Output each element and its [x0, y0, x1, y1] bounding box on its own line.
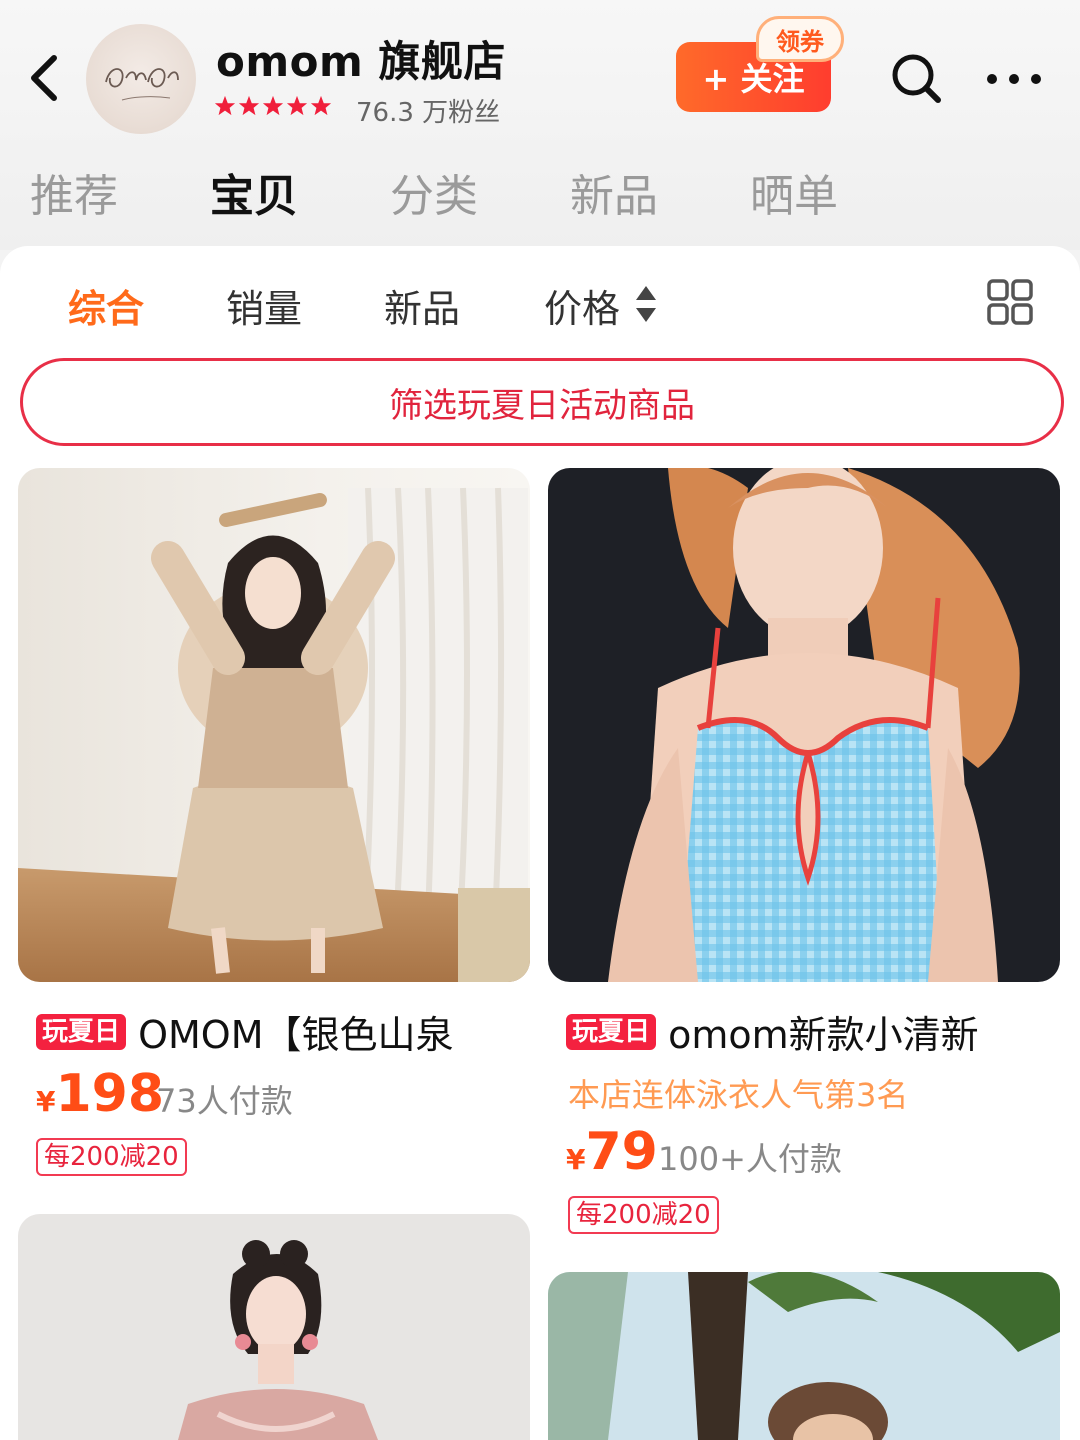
star-icon [214, 95, 236, 116]
store-tabs: 推荐 宝贝 分类 新品 晒单 [0, 160, 1080, 232]
tab-category[interactable]: 分类 [390, 160, 478, 224]
product-image[interactable] [548, 468, 1060, 982]
store-avatar[interactable] [86, 24, 196, 134]
back-icon[interactable] [24, 50, 64, 106]
store-header: omom 旗舰店 76.3 万粉丝 + 关注 领券 推荐 宝贝 分类 新品 晒单 [0, 0, 1080, 250]
product-title[interactable]: 玩夏日 omom新款小清新 [566, 1004, 1046, 1059]
star-icon [262, 95, 284, 116]
sort-bar: 综合 销量 新品 价格 [0, 246, 1080, 356]
sort-new[interactable]: 新品 [384, 278, 460, 333]
sort-arrows-icon[interactable] [634, 284, 658, 324]
product-photo-dress [18, 468, 530, 982]
sales-count: 73人付款 [156, 1082, 293, 1120]
coupon-badge[interactable]: 领券 [756, 16, 844, 62]
summer-tag: 玩夏日 [566, 1013, 657, 1050]
tab-new[interactable]: 新品 [570, 160, 658, 224]
product-title-text: OMOM【银色山泉 [138, 1013, 454, 1057]
more-icon[interactable] [984, 62, 1044, 96]
sales-count: 100+人付款 [658, 1140, 842, 1178]
store-name[interactable]: omom 旗舰店 [216, 28, 506, 89]
star-icon [286, 95, 308, 116]
sort-sales[interactable]: 销量 [226, 278, 302, 333]
fans-count: 76.3 万粉丝 [356, 98, 501, 128]
sort-price[interactable]: 价格 [544, 278, 620, 333]
currency-symbol: ¥ [36, 1085, 56, 1118]
rating-stars [214, 95, 332, 125]
product-photo-beach [548, 1272, 1060, 1440]
tab-reviews[interactable]: 晒单 [750, 160, 838, 224]
price-value: 198 [55, 1064, 165, 1124]
promo-badge[interactable]: 每200减20 [568, 1196, 719, 1234]
store-logo-icon [105, 68, 179, 101]
grid-view-icon[interactable] [986, 278, 1034, 326]
popularity-rank: 本店连体泳衣人气第3名 [568, 1076, 909, 1114]
product-photo-pink-dress [18, 1214, 530, 1440]
search-icon[interactable] [888, 50, 944, 106]
star-icon [238, 95, 260, 116]
price-value: 79 [585, 1122, 658, 1182]
star-icon [310, 95, 332, 116]
summer-tag: 玩夏日 [36, 1013, 127, 1050]
product-image[interactable] [548, 1272, 1060, 1440]
product-photo-swimsuit [548, 468, 1060, 982]
product-image[interactable] [18, 1214, 530, 1440]
product-image[interactable] [18, 468, 530, 982]
sort-comprehensive[interactable]: 综合 [68, 278, 144, 333]
promo-badge[interactable]: 每200减20 [36, 1138, 187, 1176]
tab-recommend[interactable]: 推荐 [30, 160, 118, 224]
tab-items[interactable]: 宝贝 [210, 160, 298, 224]
product-title-text: omom新款小清新 [668, 1013, 979, 1057]
product-price: ¥79 [566, 1122, 658, 1182]
currency-symbol: ¥ [566, 1143, 586, 1176]
filter-summer-button[interactable]: 筛选玩夏日活动商品 [20, 358, 1064, 446]
product-price: ¥198 [36, 1064, 164, 1124]
product-title[interactable]: 玩夏日 OMOM【银色山泉 [36, 1004, 516, 1059]
